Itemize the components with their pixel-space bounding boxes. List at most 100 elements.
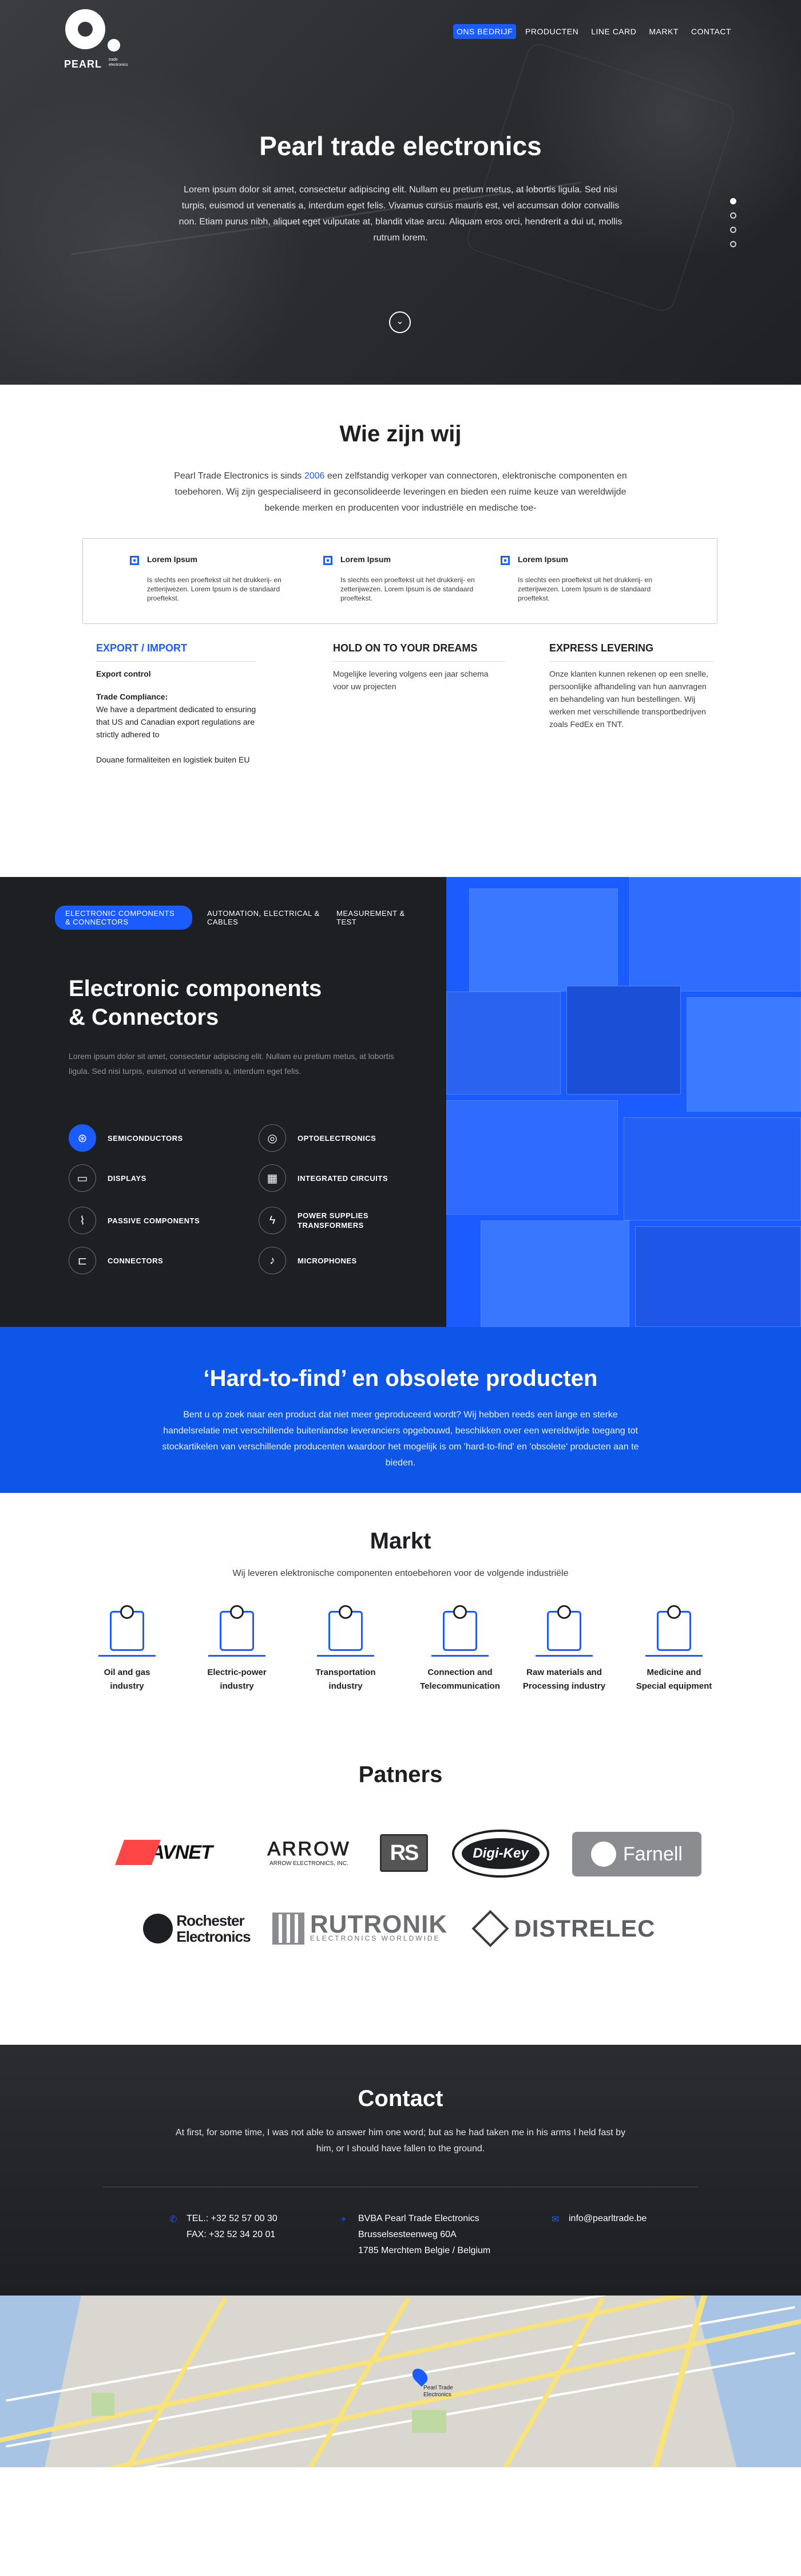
passive-component-icon: ⌇ (69, 1207, 96, 1234)
distrelec-mark-icon (471, 1910, 510, 1947)
location-pin-icon: ⌖ (341, 2215, 347, 2225)
components-description: Lorem ipsum dolor sit amet, consectetur … (69, 1052, 394, 1076)
contact-address: ⌖ BVBA Pearl Trade Electronics Brusselse… (341, 2211, 490, 2259)
slider-dot[interactable] (730, 227, 736, 233)
industry-medicine: Medicine and Special equipment (628, 1605, 720, 1693)
farnell-mark-icon (591, 1842, 617, 1867)
page: PEARL trade electronics ONS BEDRIJF PROD… (0, 0, 801, 2576)
contact-email: ✉ info@pearltrade.be (552, 2211, 647, 2227)
email-link[interactable]: info@pearltrade.be (569, 2211, 647, 2227)
nav-item-markt[interactable]: MARKT (645, 24, 682, 39)
tab-measurement[interactable]: MEASUREMENT & TEST (336, 909, 411, 926)
car-icon (317, 1605, 374, 1657)
map-pin-icon[interactable] (409, 2365, 431, 2387)
microphone-icon: ♪ (259, 1247, 286, 1274)
partner-logo-rochester[interactable]: Rochester Electronics (140, 1910, 254, 1947)
markt-subtitle: Wij leveren elektronische componenten en… (232, 1568, 569, 1578)
feature-item: Lorem Ipsum Is slechts een proeftekst ui… (501, 555, 661, 603)
power-tower-icon (208, 1605, 265, 1657)
hero-lead: Lorem ipsum dolor sit amet, consectetur … (179, 185, 622, 243)
chip-icon: ⊛ (69, 1124, 96, 1152)
phone-icon: ✆ (169, 2215, 177, 2225)
feature-item: Lorem Ipsum Is slechts een proeftekst ui… (323, 555, 483, 603)
slider-dot[interactable] (730, 198, 736, 204)
about-title: Wie zijn wij (339, 421, 462, 447)
industry-oil-gas: Oil and gas industry (87, 1605, 167, 1693)
components-photo-collage (446, 877, 801, 1327)
column-export-import: EXPORT / IMPORT Export control Trade Com… (96, 642, 256, 764)
logo-tagline: trade electronics (109, 58, 128, 67)
category-connectors[interactable]: ⊏ CONNECTORS (69, 1247, 163, 1274)
contact-section: Contact At first, for some time, I was n… (0, 2045, 801, 2296)
industry-raw-materials: Raw materials and Processing industry (518, 1605, 610, 1693)
components-section: ELECTRONIC COMPONENTS & CONNECTORS AUTOM… (0, 877, 446, 1327)
logo[interactable]: PEARL trade electronics (64, 9, 138, 70)
oil-pump-icon (98, 1605, 156, 1657)
antenna-icon (431, 1605, 489, 1657)
integrated-circuit-icon: ▦ (259, 1164, 286, 1192)
category-passive-components[interactable]: ⌇ PASSIVE COMPONENTS (69, 1207, 200, 1234)
partner-logo-rutronik[interactable]: RUTRONIK ELECTRONICS WORLDWIDE (271, 1910, 449, 1947)
category-displays[interactable]: ▭ DISPLAYS (69, 1164, 146, 1192)
hero-title: Pearl trade electronics (259, 131, 542, 161)
nav-item-contact[interactable]: CONTACT (688, 24, 735, 39)
rutronik-mark-icon (272, 1913, 304, 1945)
logo-name: PEARL (64, 58, 102, 70)
about-intro: Pearl Trade Electronics is sinds 2006 ee… (174, 471, 627, 513)
partner-logo-avnet[interactable]: AVNET (97, 1835, 235, 1870)
factory-icon (536, 1605, 593, 1657)
founding-year: 2006 (304, 471, 325, 481)
about-columns: EXPORT / IMPORT Export control Trade Com… (96, 642, 714, 814)
hero-section: PEARL trade electronics ONS BEDRIJF PROD… (0, 0, 801, 385)
industry-telecommunication: Connection and Telecommunication (414, 1605, 506, 1693)
industry-electric-power: Electric-power industry (197, 1605, 277, 1693)
contact-phone: ✆ TEL.: +32 52 57 00 30 FAX: +32 52 34 2… (169, 2211, 277, 2243)
partner-logo-distrelec[interactable]: DISTRELEC (469, 1910, 664, 1947)
category-integrated-circuits[interactable]: ▦ INTEGRATED CIRCUITS (259, 1164, 388, 1192)
partner-logo-digikey[interactable]: Digi-Key (452, 1830, 549, 1878)
hard-to-find-text: Bent u op zoek naar een product dat niet… (162, 1410, 639, 1468)
power-supply-icon: ϟ (259, 1207, 286, 1234)
nav-item-producten[interactable]: PRODUCTEN (522, 24, 582, 39)
logo-dot-icon (108, 39, 120, 52)
caduceus-icon (645, 1605, 703, 1657)
product-tabs: ELECTRONIC COMPONENTS & CONNECTORS AUTOM… (55, 906, 411, 930)
partner-logo-farnell[interactable]: Farnell (572, 1832, 701, 1876)
partners-title: Patners (358, 1762, 443, 1787)
feature-item: Lorem Ipsum Is slechts een proeftekst ui… (130, 555, 290, 603)
map-pin-label: Pearl Trade Electronics (423, 2385, 453, 2398)
partner-logo-arrow[interactable]: ARROW ARROW ELECTRONICS, INC. (257, 1834, 360, 1871)
connector-icon: ⊏ (69, 1247, 96, 1274)
industry-transportation: Transportation industry (306, 1605, 386, 1693)
tab-automation[interactable]: AUTOMATION, ELECTRICAL & CABLES (207, 909, 322, 926)
nav-item-line-card[interactable]: LINE CARD (588, 24, 640, 39)
markt-title: Markt (370, 1528, 431, 1554)
category-microphones[interactable]: ♪ MICROPHONES (259, 1247, 357, 1274)
slider-dots (730, 198, 736, 247)
display-icon: ▭ (69, 1164, 96, 1192)
checkbox-icon (501, 556, 510, 565)
optoelectronics-icon: ◎ (259, 1124, 286, 1152)
partner-logo-rs[interactable]: RS (380, 1834, 428, 1872)
mail-icon: ✉ (552, 2215, 560, 2225)
components-title: Electronic components & Connectors (69, 976, 322, 1030)
slider-dot[interactable] (730, 212, 736, 219)
rochester-mark-icon (143, 1914, 173, 1943)
contact-lead: At first, for some time, I was not able … (175, 2128, 626, 2154)
column-hold-on: HOLD ON TO YOUR DREAMS Mogelijke leverin… (333, 642, 505, 693)
checkbox-icon (323, 556, 332, 565)
scroll-down-chevron-icon[interactable]: ⌄ (389, 311, 411, 333)
contact-title: Contact (358, 2086, 443, 2111)
checkbox-icon (130, 556, 139, 565)
features-box: Lorem Ipsum Is slechts een proeftekst ui… (82, 538, 717, 624)
category-power-supplies[interactable]: ϟ POWER SUPPLIES TRANSFORMERS (259, 1207, 378, 1234)
tab-electronic-components[interactable]: ELECTRONIC COMPONENTS & CONNECTORS (55, 906, 192, 930)
column-express-levering: EXPRESS LEVERING Onze klanten kunnen rek… (549, 642, 714, 730)
nav-item-ons-bedrijf[interactable]: ONS BEDRIJF (453, 24, 517, 39)
category-semiconductors[interactable]: ⊛ SEMICONDUCTORS (69, 1124, 183, 1152)
location-map[interactable]: Pearl Trade Electronics (0, 2296, 801, 2467)
slider-dot[interactable] (730, 241, 736, 247)
hard-to-find-section: ‘Hard-to-find’ en obsolete producten Ben… (0, 1327, 801, 1493)
category-optoelectronics[interactable]: ◎ OPTOELECTRONICS (259, 1124, 376, 1152)
main-nav: ONS BEDRIJF PRODUCTEN LINE CARD MARKT CO… (453, 24, 735, 39)
